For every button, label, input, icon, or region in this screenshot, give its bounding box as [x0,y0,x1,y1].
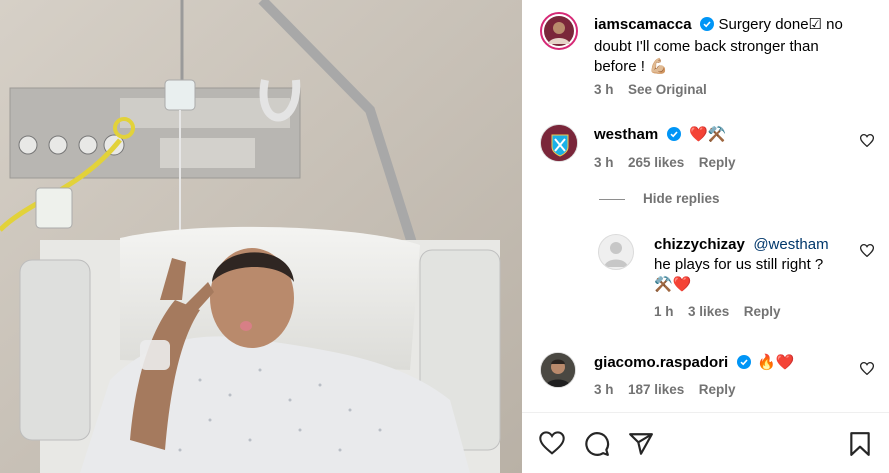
post-action-bar [522,412,889,473]
reply-button[interactable]: Reply [744,304,781,319]
reply-chizzychizay: chizzychizay @westham he plays for us st… [654,235,864,295]
reply-button[interactable]: Reply [699,382,736,397]
comments-panel: iamscamacca Surgery done☑ no doubt I'll … [522,0,889,473]
reply-time: 1 h [654,304,674,319]
verified-badge-icon [700,17,715,37]
comment-username[interactable]: giacomo.raspadori [594,354,728,371]
reply-mention-link[interactable]: @westham [753,236,828,253]
reply-username[interactable]: chizzychizay [654,236,745,253]
post-meta: 3 h See Original [594,81,707,99]
author-username[interactable]: iamscamacca [594,16,692,33]
hide-replies-button[interactable]: Hide replies [643,191,720,206]
comment-likes[interactable]: 187 likes [628,382,684,397]
post-photo[interactable] [0,0,522,473]
heart-icon[interactable] [539,431,565,460]
comment-username[interactable]: westham [594,126,658,143]
comment-meta: 3 h 265 likes Reply [594,154,736,172]
like-comment-heart-icon[interactable] [859,362,875,380]
caption-text-2: doubt I'll come back stronger than [594,38,819,55]
hide-replies-line [599,199,625,200]
author-avatar[interactable] [540,12,578,50]
comment-likes[interactable]: 265 likes [628,155,684,170]
comment-time: 3 h [594,382,614,397]
avatar-image [544,16,574,46]
bookmark-icon[interactable] [848,431,872,462]
raspadori-avatar[interactable] [540,352,576,388]
default-avatar-icon [604,242,628,267]
see-original-link[interactable]: See Original [628,82,707,97]
caption-text-3: before ! 💪🏼 [594,58,668,75]
reply-likes[interactable]: 3 likes [688,304,729,319]
comment-westham: westham ❤️⚒️ [594,125,726,147]
hospital-photo-illustration [0,0,522,473]
share-icon[interactable] [628,431,654,462]
verified-badge-icon [736,355,751,375]
westham-avatar[interactable] [540,124,578,162]
comment-text: ❤️⚒️ [689,126,727,143]
reply-text-2: ⚒️❤️ [654,276,692,293]
reply-meta: 1 h 3 likes Reply [654,303,780,321]
avatar-image [541,353,575,387]
post-caption: iamscamacca Surgery done☑ no doubt I'll … [594,15,879,77]
comment-text: 🔥❤️ [757,354,795,371]
like-comment-heart-icon[interactable] [859,134,875,152]
post-time: 3 h [594,82,614,97]
reply-button[interactable]: Reply [699,155,736,170]
verified-badge-icon [666,127,681,147]
westham-crest-icon [541,125,577,161]
caption-text-1: Surgery done☑ no [718,16,843,33]
comment-icon[interactable] [584,431,610,462]
comment-time: 3 h [594,155,614,170]
reply-text-1: he plays for us still right ? [654,256,824,273]
comment-raspadori: giacomo.raspadori 🔥❤️ [594,353,794,375]
like-reply-heart-icon[interactable] [859,244,875,262]
chizzychizay-avatar[interactable] [598,234,634,270]
comment-meta: 3 h 187 likes Reply [594,381,736,399]
